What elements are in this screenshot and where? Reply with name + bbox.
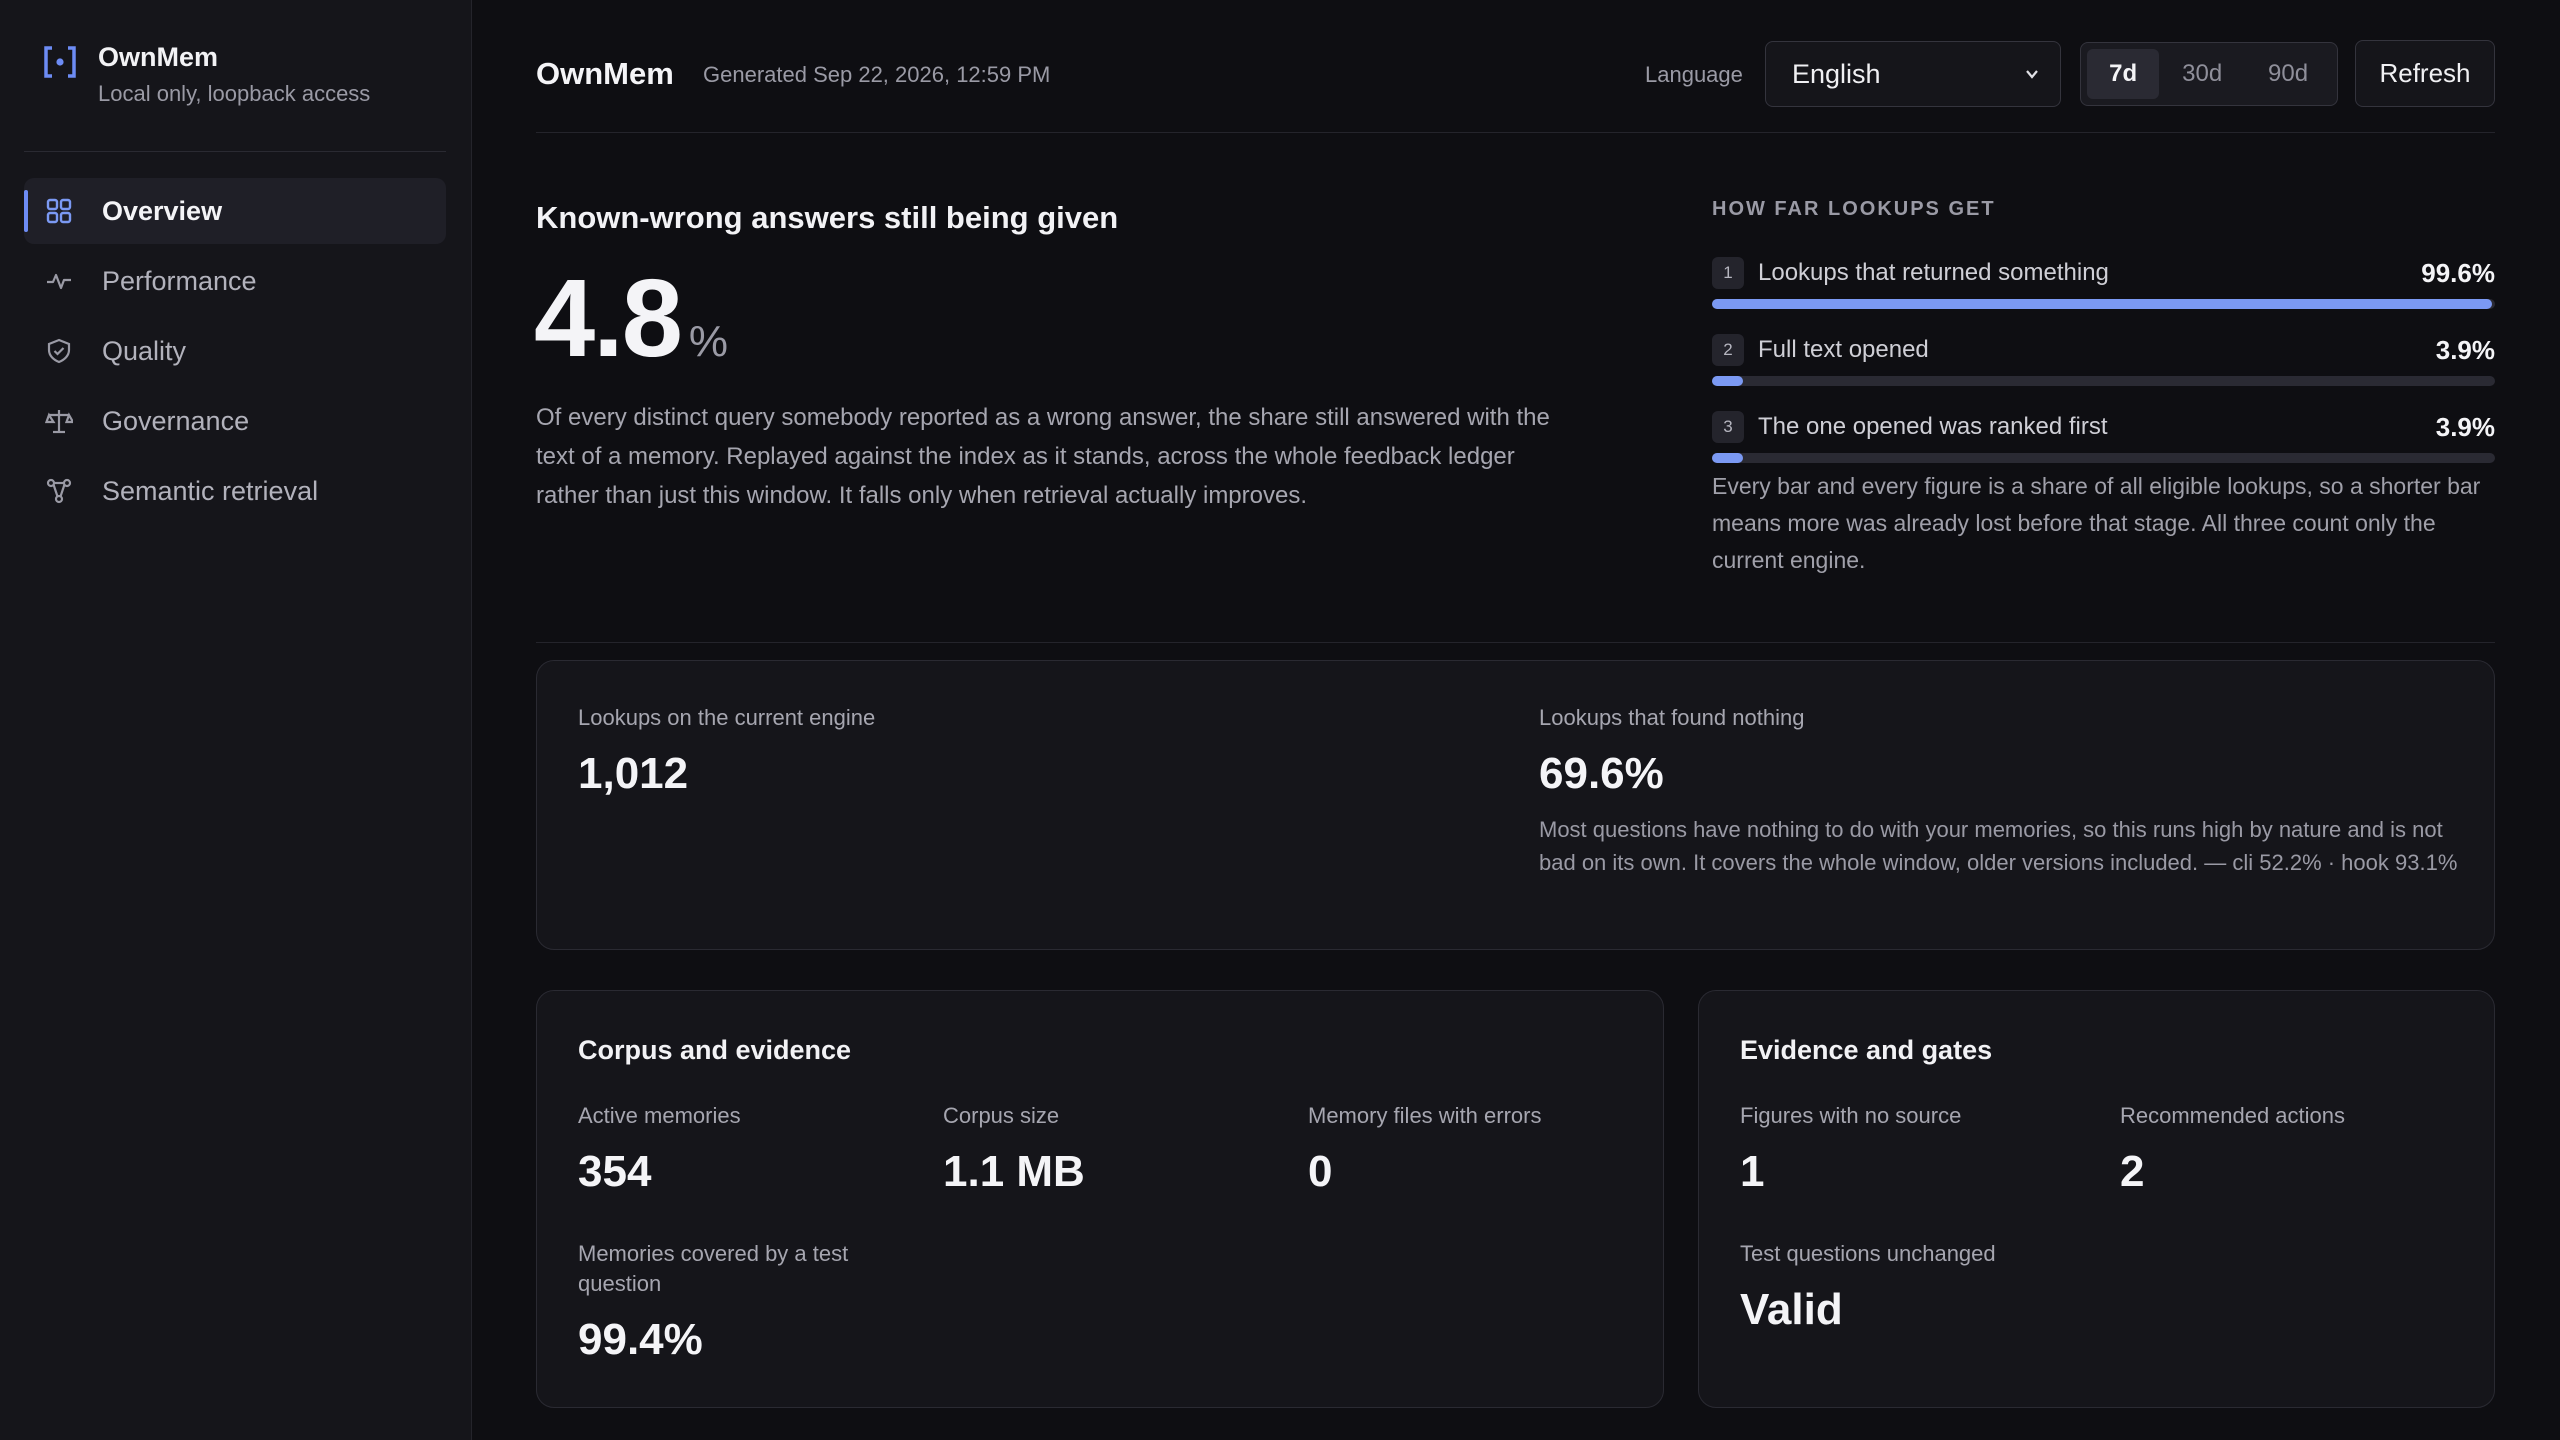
card-title: Corpus and evidence (578, 1035, 852, 1065)
generated-timestamp: Generated Sep 22, 2026, 12:59 PM (703, 62, 1051, 87)
metric-label: Recommended actions (2120, 1103, 2346, 1128)
sidebar-item-label: Overview (102, 195, 223, 226)
step-value: 99.6% (2421, 257, 2495, 288)
pulse-icon (44, 266, 74, 296)
metric-label: Figures with no source (1740, 1103, 1962, 1128)
header-divider (536, 132, 2495, 133)
step-bar-fill (1712, 299, 2492, 309)
metric-value: 69.6% (1539, 749, 1664, 798)
hero-value: 4.8 (534, 257, 683, 380)
sidebar-item-performance[interactable]: Performance (24, 248, 446, 314)
metric-value: 354 (578, 1147, 652, 1196)
gates-card: Evidence and gates Figures with no sourc… (1698, 990, 2495, 1408)
sidebar-item-label: Quality (102, 335, 187, 366)
metric-label: Corpus size (943, 1103, 1060, 1128)
step-bar-fill (1712, 376, 1743, 386)
sidebar-item-semantic-retrieval[interactable]: Semantic retrieval (24, 458, 446, 524)
sidebar: OwnMem Local only, loopback access Overv… (0, 0, 472, 1440)
brand: OwnMem Local only, loopback access (42, 40, 370, 108)
metric-label: Lookups on the current engine (578, 705, 876, 730)
funnel-step: 1 Lookups that returned something 99.6% (1712, 255, 2495, 309)
sidebar-item-governance[interactable]: Governance (24, 388, 446, 454)
step-bar-track (1712, 376, 2495, 386)
step-bar-track (1712, 453, 2495, 463)
metric-label: Memory files with errors (1308, 1103, 1542, 1128)
network-icon (44, 476, 74, 506)
language-label: Language (1645, 62, 1743, 87)
metric-covered-memories: Memories covered by a test question 99.4… (578, 1239, 878, 1365)
card-title: Evidence and gates (1740, 1035, 1993, 1065)
funnel-note: Every bar and every figure is a share of… (1712, 473, 2481, 573)
step-label: The one opened was ranked first (1758, 413, 2108, 440)
brand-subtitle: Local only, loopback access (98, 81, 371, 106)
hero-title: Known-wrong answers still being given (536, 200, 1119, 235)
sidebar-nav: Overview Performance Quality Governance … (24, 178, 446, 528)
metric-test-questions: Test questions unchanged Valid (1740, 1239, 1996, 1335)
metric-label: Lookups that found nothing (1539, 705, 1805, 730)
range-90d-button[interactable]: 90d (2245, 49, 2331, 99)
metric-value: 1 (1740, 1147, 1765, 1196)
metric-found-nothing: Lookups that found nothing 69.6% Most qu… (1539, 703, 2459, 879)
sidebar-item-quality[interactable]: Quality (24, 318, 446, 384)
funnel-step: 3 The one opened was ranked first 3.9% (1712, 409, 2495, 463)
step-number: 2 (1712, 334, 1744, 366)
metric-value: 99.4% (578, 1315, 703, 1364)
metric-label: Active memories (578, 1103, 741, 1128)
lookup-funnel: HOW FAR LOOKUPS GET 1 Lookups that retur… (1712, 198, 2495, 573)
metric-value: 0 (1308, 1147, 1333, 1196)
hero-metric: 4.8 % (534, 254, 728, 384)
page-title: OwnMem (536, 56, 674, 91)
metric-current-engine: Lookups on the current engine 1,012 (578, 703, 875, 799)
step-label: Full text opened (1758, 336, 1929, 363)
metric-corpus-size: Corpus size 1.1 MB (943, 1101, 1085, 1197)
hero-description: Of every distinct query somebody reporte… (536, 404, 1550, 509)
metric-note: Most questions have nothing to do with y… (1539, 817, 2458, 875)
lookups-card: Lookups on the current engine 1,012 Look… (536, 660, 2495, 950)
section-divider (536, 642, 2495, 643)
range-7d-button[interactable]: 7d (2087, 49, 2160, 99)
scales-icon (44, 406, 74, 436)
range-selector: 7d 30d 90d (2080, 42, 2338, 106)
sidebar-item-label: Semantic retrieval (102, 475, 319, 506)
grid-icon (44, 196, 74, 226)
metric-active-memories: Active memories 354 (578, 1101, 741, 1197)
brand-logo-icon (44, 46, 76, 78)
metric-label: Memories covered by a test question (578, 1241, 849, 1296)
shield-check-icon (44, 336, 74, 366)
funnel-step: 2 Full text opened 3.9% (1712, 332, 2495, 386)
step-bar-track (1712, 299, 2495, 309)
chevron-down-icon (2026, 70, 2038, 79)
corpus-card: Corpus and evidence Active memories 354 … (536, 990, 1664, 1408)
step-number: 1 (1712, 257, 1744, 289)
metric-label: Test questions unchanged (1740, 1241, 1996, 1266)
language-select[interactable]: English (1765, 41, 2061, 107)
step-value: 3.9% (2435, 334, 2495, 365)
hero-unit: % (688, 317, 729, 366)
sidebar-divider (24, 151, 446, 152)
sidebar-item-label: Performance (102, 265, 257, 296)
funnel-heading: HOW FAR LOOKUPS GET (1712, 198, 1996, 220)
metric-no-source: Figures with no source 1 (1740, 1101, 1961, 1197)
metric-recommended-actions: Recommended actions 2 (2120, 1101, 2345, 1197)
metric-value: 1,012 (578, 749, 689, 798)
metric-memory-errors: Memory files with errors 0 (1308, 1101, 1541, 1197)
range-30d-button[interactable]: 30d (2159, 49, 2245, 99)
step-bar-fill (1712, 453, 1743, 463)
brand-name: OwnMem (98, 42, 219, 72)
metric-value: 1.1 MB (943, 1147, 1085, 1196)
step-number: 3 (1712, 411, 1744, 443)
sidebar-item-overview[interactable]: Overview (24, 178, 446, 244)
sidebar-item-label: Governance (102, 405, 250, 436)
step-label: Lookups that returned something (1758, 259, 2109, 286)
language-value: English (1792, 58, 1881, 89)
metric-value: 2 (2120, 1147, 2145, 1196)
metric-value: Valid (1740, 1285, 1843, 1334)
step-value: 3.9% (2435, 411, 2495, 442)
refresh-button[interactable]: Refresh (2355, 40, 2495, 107)
